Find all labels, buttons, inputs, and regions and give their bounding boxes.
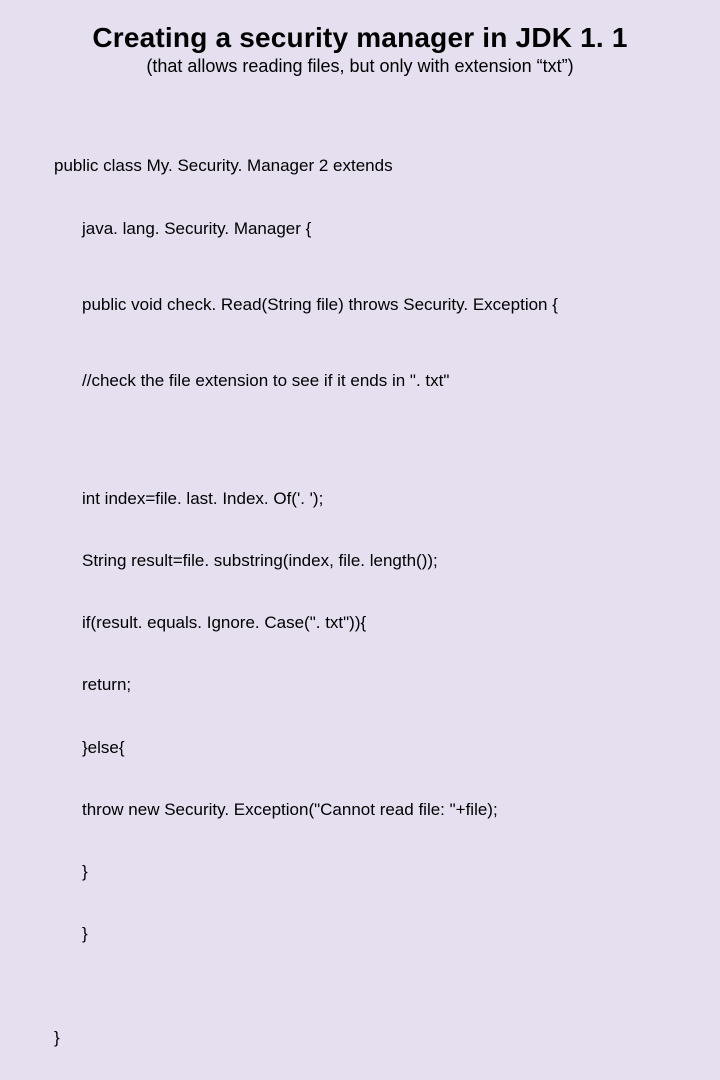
code-line: } — [82, 862, 680, 883]
code-line: return; — [82, 675, 680, 696]
code-line-method-decl: public void check. Read(String file) thr… — [82, 295, 680, 316]
code-line: throw new Security. Exception("Cannot re… — [82, 800, 680, 821]
code-line-comment: //check the file extension to see if it … — [82, 371, 680, 392]
code-line-class-decl: public class My. Security. Manager 2 ext… — [54, 156, 680, 177]
code-body: int index=file. last. Index. Of('. '); S… — [82, 447, 680, 986]
code-block: public class My. Security. Manager 2 ext… — [40, 115, 680, 1080]
code-line-close: } — [54, 1028, 680, 1049]
code-line: if(result. equals. Ignore. Case(". txt")… — [82, 613, 680, 634]
code-line: } — [82, 924, 680, 945]
code-line-class-decl-cont: java. lang. Security. Manager { — [82, 219, 680, 240]
slide: Creating a security manager in JDK 1. 1 … — [0, 0, 720, 540]
slide-subtitle: (that allows reading files, but only wit… — [40, 56, 680, 77]
code-line: }else{ — [82, 738, 680, 759]
code-line: String result=file. substring(index, fil… — [82, 551, 680, 572]
code-line: int index=file. last. Index. Of('. '); — [82, 489, 680, 510]
slide-title: Creating a security manager in JDK 1. 1 — [40, 22, 680, 54]
